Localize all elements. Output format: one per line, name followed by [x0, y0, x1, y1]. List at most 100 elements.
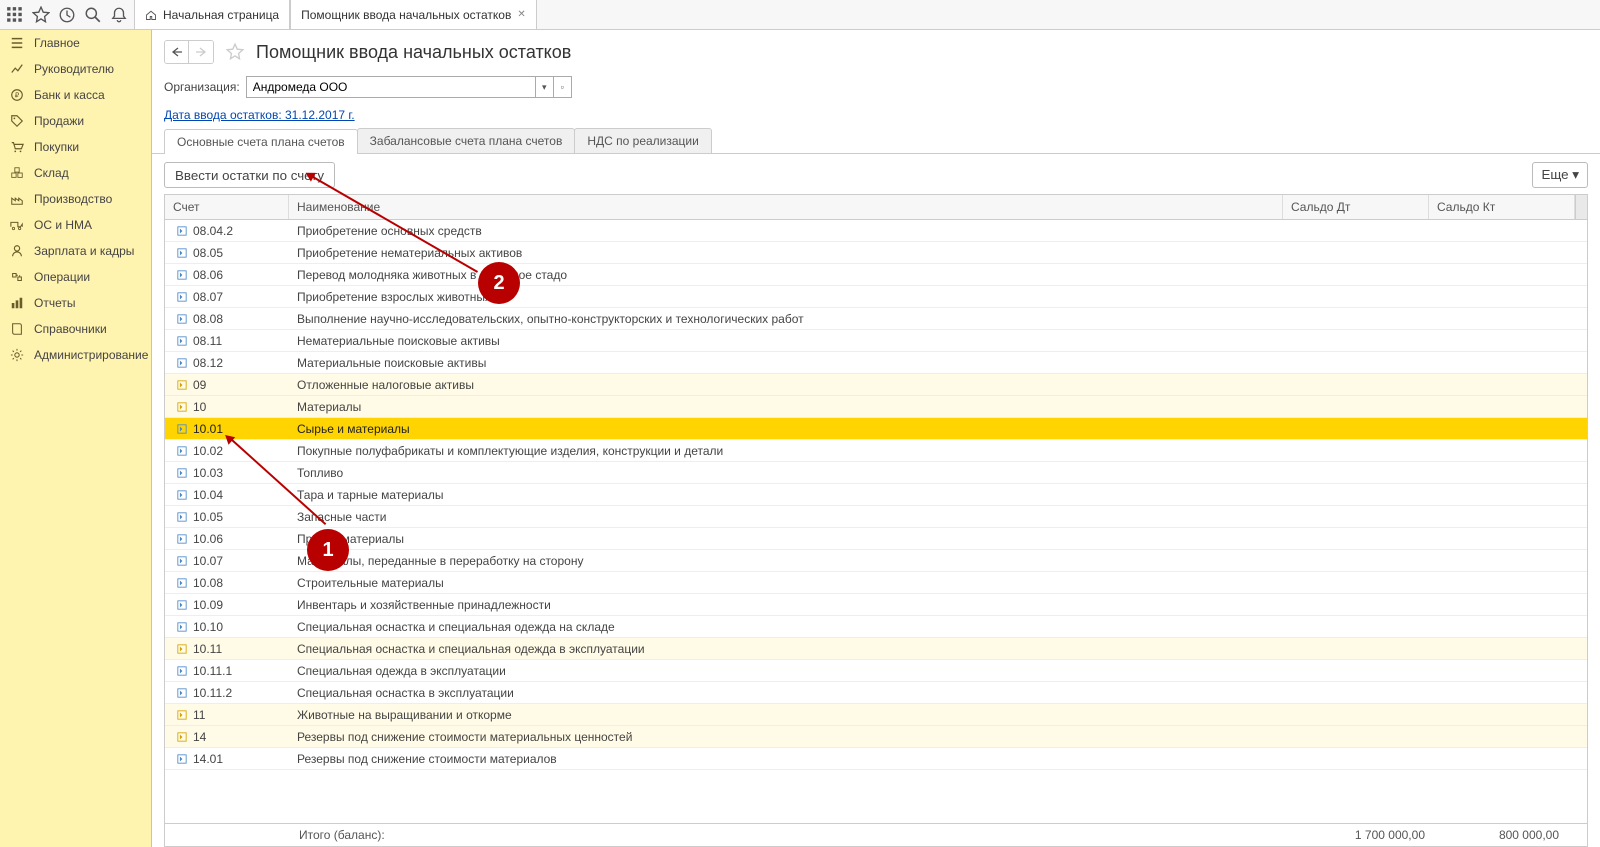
sidebar-item-label: Продажи: [34, 114, 84, 128]
table-row[interactable]: 10.11Специальная оснастка и специальная …: [165, 638, 1587, 660]
credit-balance: [1441, 272, 1587, 278]
sidebar-item-label: Склад: [34, 166, 69, 180]
table-row[interactable]: 08.08Выполнение научно-исследовательских…: [165, 308, 1587, 330]
sidebar-item-0[interactable]: Главное: [0, 30, 151, 56]
account-code: 10.05: [193, 510, 223, 524]
gear-icon: [10, 348, 24, 362]
org-input[interactable]: [246, 76, 536, 98]
org-dropdown-button[interactable]: ▾: [536, 76, 554, 98]
table-row[interactable]: 11Животные на выращивании и откорме: [165, 704, 1587, 726]
table-row[interactable]: 10.05Запасные части: [165, 506, 1587, 528]
sidebar-item-4[interactable]: Покупки: [0, 134, 151, 160]
table-row[interactable]: 10.08Строительные материалы: [165, 572, 1587, 594]
account-name: Отложенные налоговые активы: [289, 375, 1295, 395]
book-icon: [10, 322, 24, 336]
table-row[interactable]: 10.04Тара и тарные материалы: [165, 484, 1587, 506]
table-row[interactable]: 14Резервы под снижение стоимости материа…: [165, 726, 1587, 748]
sidebar-item-11[interactable]: Справочники: [0, 316, 151, 342]
favorite-button[interactable]: [224, 41, 246, 63]
account-code: 10.11.2: [193, 686, 232, 700]
subtab-0[interactable]: Основные счета плана счетов: [164, 129, 358, 154]
table-row[interactable]: 08.06Перевод молодняка животных в основн…: [165, 264, 1587, 286]
account-code: 10.02: [193, 444, 223, 458]
sidebar-item-label: Справочники: [34, 322, 107, 336]
footer-total-label: Итого (баланс):: [299, 828, 385, 842]
account-code: 10.08: [193, 576, 223, 590]
table-row[interactable]: 10.02Покупные полуфабрикаты и комплектую…: [165, 440, 1587, 462]
more-button[interactable]: Еще ▾: [1532, 162, 1588, 188]
bell-icon[interactable]: [110, 6, 128, 24]
subtab-2[interactable]: НДС по реализации: [574, 128, 711, 153]
table-row[interactable]: 10.07Материалы, переданные в переработку…: [165, 550, 1587, 572]
date-link[interactable]: Дата ввода остатков: 31.12.2017 г.: [152, 102, 1600, 128]
debit-balance: [1295, 712, 1441, 718]
debit-balance: [1295, 294, 1441, 300]
ops-icon: [10, 270, 24, 284]
credit-balance: [1441, 580, 1587, 586]
cart-icon: [10, 140, 24, 154]
credit-balance: [1441, 690, 1587, 696]
table-row[interactable]: 10.11.1Специальная одежда в эксплуатации: [165, 660, 1587, 682]
nav-forward-button[interactable]: [189, 41, 213, 63]
sidebar-item-7[interactable]: ОС и НМА: [0, 212, 151, 238]
col-header-account[interactable]: Счет: [165, 195, 289, 219]
account-name: Специальная оснастка в эксплуатации: [289, 683, 1295, 703]
table-row[interactable]: 10.11.2 Специальная оснастка в эксплуатац…: [165, 682, 1587, 704]
sidebar-item-9[interactable]: Операции: [0, 264, 151, 290]
account-name: Сырье и материалы: [289, 419, 1295, 439]
sidebar-item-6[interactable]: Производство: [0, 186, 151, 212]
debit-balance: [1295, 624, 1441, 630]
tab-home[interactable]: Начальная страница: [134, 0, 290, 29]
account-code: 10.11: [193, 642, 222, 656]
search-icon[interactable]: [84, 6, 102, 24]
credit-balance: [1441, 382, 1587, 388]
sidebar-item-5[interactable]: Склад: [0, 160, 151, 186]
account-name: Резервы под снижение стоимости материаль…: [289, 727, 1295, 747]
table-row[interactable]: 10Материалы: [165, 396, 1587, 418]
table-row[interactable]: 10.09Инвентарь и хозяйственные принадлеж…: [165, 594, 1587, 616]
nav-back-button[interactable]: [165, 41, 189, 63]
debit-balance: [1295, 448, 1441, 454]
debit-balance: [1295, 492, 1441, 498]
account-code: 08.08: [193, 312, 223, 326]
sidebar-item-12[interactable]: Администрирование: [0, 342, 151, 368]
debit-balance: [1295, 580, 1441, 586]
person-icon: [10, 244, 24, 258]
table-row[interactable]: 08.12Материальные поисковые активы: [165, 352, 1587, 374]
col-header-credit[interactable]: Сальдо Кт: [1429, 195, 1575, 219]
col-header-name[interactable]: Наименование: [289, 195, 1283, 219]
table-row[interactable]: 10.10Специальная оснастка и специальная …: [165, 616, 1587, 638]
table-row[interactable]: 08.04.2Приобретение основных средств: [165, 220, 1587, 242]
account-name: Приобретение нематериальных активов: [289, 243, 1295, 263]
table-row[interactable]: 10.06Прочие материалы: [165, 528, 1587, 550]
account-code: 11: [193, 708, 205, 722]
sidebar-item-10[interactable]: Отчеты: [0, 290, 151, 316]
table-row[interactable]: 08.07Приобретение взрослых животных: [165, 286, 1587, 308]
close-icon[interactable]: ✕: [517, 9, 525, 20]
account-code: 08.06: [193, 268, 223, 282]
debit-balance: [1295, 470, 1441, 476]
sidebar-item-2[interactable]: ₽Банк и касса: [0, 82, 151, 108]
sidebar-item-8[interactable]: Зарплата и кадры: [0, 238, 151, 264]
table-row[interactable]: 10.01Сырье и материалы: [165, 418, 1587, 440]
table-row[interactable]: 14.01Резервы под снижение стоимости мате…: [165, 748, 1587, 770]
table-row[interactable]: 09Отложенные налоговые активы: [165, 374, 1587, 396]
credit-balance: [1441, 646, 1587, 652]
credit-balance: [1441, 756, 1587, 762]
sidebar-item-label: Покупки: [34, 140, 79, 154]
table-row[interactable]: 08.05Приобретение нематериальных активов: [165, 242, 1587, 264]
annotation-marker-2: 2: [478, 262, 520, 304]
sidebar-item-label: Производство: [34, 192, 112, 206]
org-open-button[interactable]: ▫: [554, 76, 572, 98]
sidebar-item-3[interactable]: Продажи: [0, 108, 151, 134]
history-icon[interactable]: [58, 6, 76, 24]
col-header-debit[interactable]: Сальдо Дт: [1283, 195, 1429, 219]
star-icon[interactable]: [32, 6, 50, 24]
tab-assistant[interactable]: Помощник ввода начальных остатков ✕: [290, 0, 537, 29]
subtab-1[interactable]: Забалансовые счета плана счетов: [357, 128, 576, 153]
table-row[interactable]: 08.11Нематериальные поисковые активы: [165, 330, 1587, 352]
sidebar-item-1[interactable]: Руководителю: [0, 56, 151, 82]
apps-icon[interactable]: [6, 6, 24, 24]
table-row[interactable]: 10.03Топливо: [165, 462, 1587, 484]
debit-balance: [1295, 558, 1441, 564]
